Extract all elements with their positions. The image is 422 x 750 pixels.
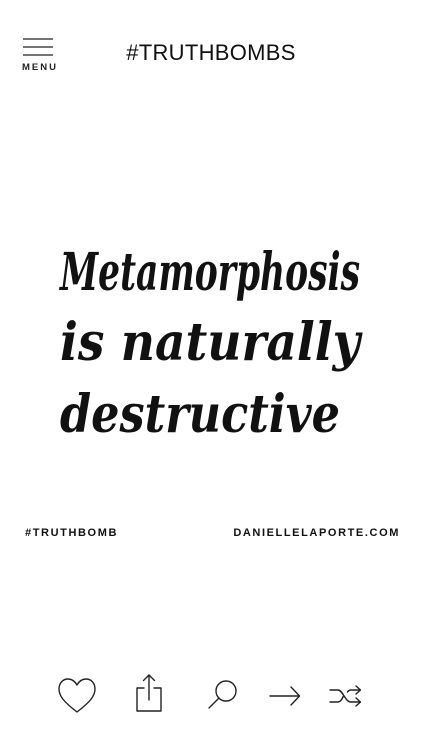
quote-image: Metamorphosis is naturally destructive [40, 210, 380, 460]
hashtag-label: #TRUTHBOMB [25, 527, 118, 539]
search-button[interactable] [198, 670, 248, 720]
page-title: #TRUTHBOMBS [126, 40, 296, 65]
header: MENU #TRUTHBOMBS [0, 0, 422, 100]
arrow-right-icon [269, 686, 301, 706]
next-button[interactable] [260, 670, 310, 720]
heart-icon [58, 678, 96, 713]
bottom-toolbar [0, 670, 422, 730]
shuffle-icon [329, 685, 362, 707]
handwritten-quote: Metamorphosis is naturally destructive [59, 242, 364, 445]
quote-line-1: Metamorphosis [59, 242, 360, 303]
website-label: DANIELLELAPORTE.COM [233, 527, 400, 539]
share-icon [136, 674, 162, 712]
favorite-button[interactable] [52, 670, 102, 720]
quote-line-3: destructive [60, 384, 340, 445]
quote-line-2: is naturally [60, 312, 363, 373]
share-button[interactable] [124, 670, 174, 720]
shuffle-button[interactable] [321, 670, 371, 720]
quote-footer: #TRUTHBOMB DANIELLELAPORTE.COM [0, 527, 422, 543]
search-icon [208, 680, 237, 709]
